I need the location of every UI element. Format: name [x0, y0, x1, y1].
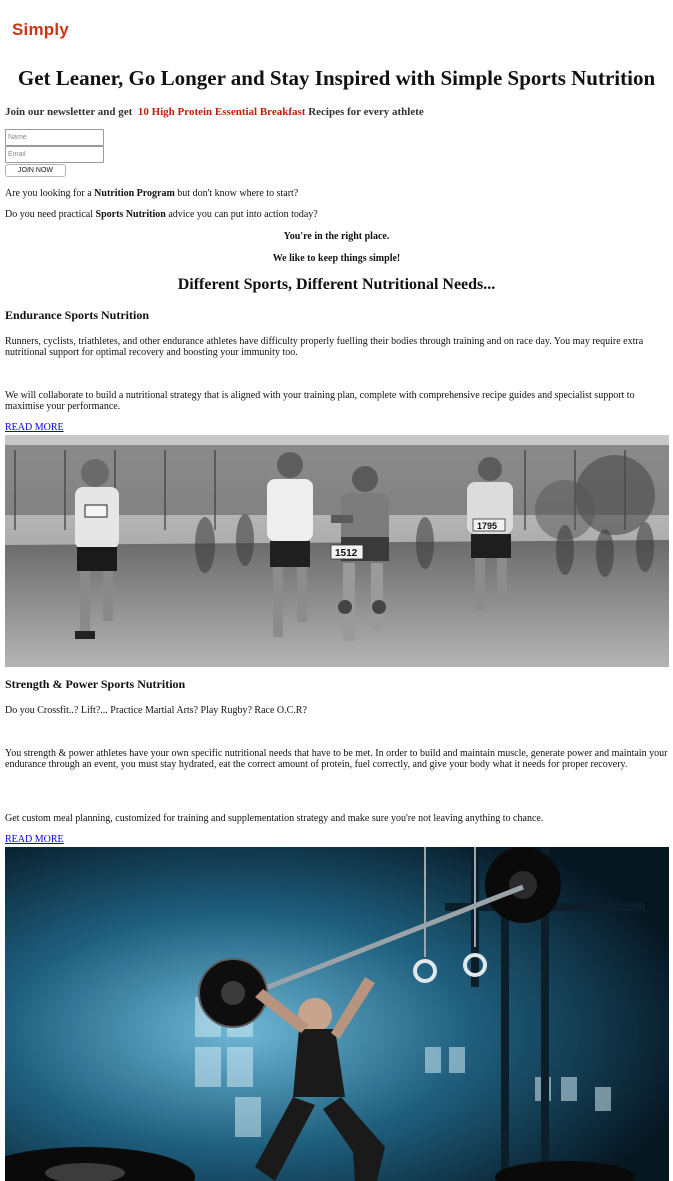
strength-paragraph-1: Do you Crossfit..? Lift?... Practice Mar… — [5, 705, 307, 716]
strength-read-more-link[interactable]: READ MORE — [5, 834, 64, 846]
newsletter-intro: Join our newsletter and get — [5, 106, 133, 118]
intro-text: but don't know where to start? — [174, 188, 299, 199]
endurance-paragraph-1: Runners, cyclists, triathletes, and othe… — [5, 336, 644, 358]
section-heading: Different Sports, Different Nutritional … — [177, 276, 496, 293]
intro-emphasis: Nutrition Program — [94, 188, 175, 199]
email-input[interactable] — [5, 146, 104, 163]
strength-weightlifting-photo — [5, 847, 669, 1181]
newsletter-highlight: 10 High Protein Essential Breakfast — [137, 106, 306, 118]
name-input[interactable] — [5, 129, 104, 146]
race-bib-number: 1512 — [335, 548, 358, 559]
strength-paragraph-3: Get custom meal planning, customized for… — [5, 813, 544, 824]
intro-question-program: Are you looking for a Nutrition Program … — [5, 188, 668, 199]
intro-text: Do you need practical — [5, 209, 96, 220]
endurance-title: Endurance Sports Nutrition — [5, 308, 150, 322]
join-now-button[interactable]: JOIN NOW — [5, 164, 66, 177]
race-bib-number: 1795 — [477, 521, 497, 531]
intro-text: Are you looking for a — [5, 188, 95, 199]
brand-logo[interactable]: Simply — [12, 20, 69, 40]
intro-emphasis: Sports Nutrition — [95, 209, 166, 220]
endurance-read-more-link[interactable]: READ MORE — [5, 422, 64, 434]
intro-right-place: You're in the right place. — [283, 231, 390, 242]
newsletter-outro: Recipes for every athlete — [308, 106, 424, 118]
endurance-runners-photo: 1512 1795 — [5, 435, 669, 667]
page-headline: Get Leaner, Go Longer and Stay Inspired … — [17, 66, 656, 90]
strength-paragraph-2: You strength & power athletes have your … — [5, 748, 668, 770]
strength-title: Strength & Power Sports Nutrition — [5, 677, 186, 691]
intro-keep-simple: We like to keep things simple! — [272, 253, 401, 264]
intro-text: advice you can put into action today? — [165, 209, 318, 220]
newsletter-pitch: Join our newsletter and get 10 High Prot… — [5, 106, 424, 118]
intro-question-advice: Do you need practical Sports Nutrition a… — [5, 209, 668, 220]
endurance-paragraph-2: We will collaborate to build a nutrition… — [5, 390, 635, 412]
